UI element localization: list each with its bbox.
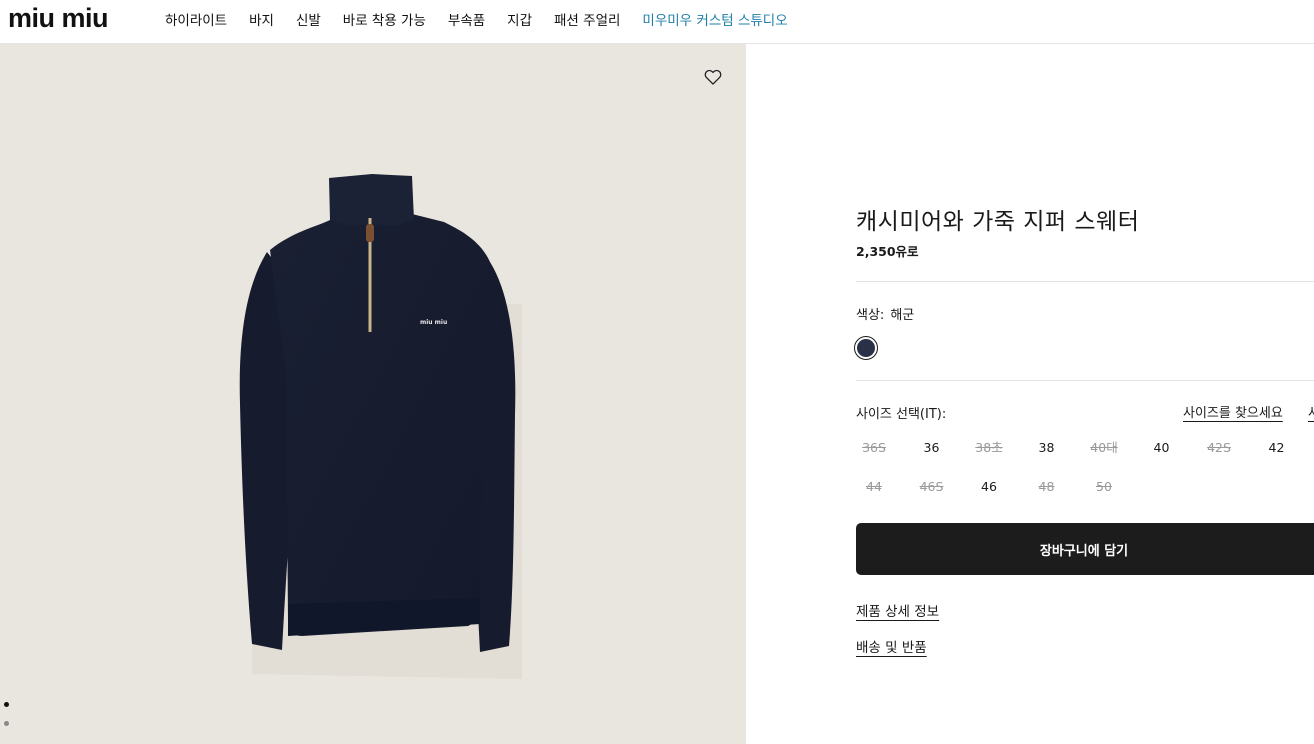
divider — [856, 281, 1314, 282]
size-option[interactable]: 36 — [914, 439, 950, 456]
svg-text:miu miu: miu miu — [420, 319, 447, 326]
main-nav: 하이라이트 바지 신발 바로 착용 가능 부속품 지갑 패션 주얼리 미우미우 커스텀 스튜디… — [165, 9, 810, 29]
logo-text: miu miu — [8, 6, 108, 30]
site-header: miu miu 하이라이트 바지 신발 바로 착용 가능 부속품 지갑 패션 주얼리 미우미우… — [0, 0, 1314, 44]
size-chart-link[interactable]: 사 — [1308, 402, 1314, 421]
size-option[interactable]: 40 — [1144, 439, 1180, 456]
nav-item[interactable]: 바로 착용 가능 — [343, 9, 426, 29]
color-label: 색상: 해군 — [856, 304, 914, 323]
size-option-unavailable[interactable]: 40대 — [1086, 439, 1122, 456]
product-price: 2,350유로 — [856, 244, 919, 259]
gallery-dot[interactable] — [4, 721, 9, 726]
shipping-returns-link[interactable]: 배송 및 반품 — [856, 636, 927, 656]
add-to-cart-button[interactable]: 장바구니에 담기 — [856, 523, 1314, 575]
divider — [856, 380, 1314, 381]
gallery-pagination — [4, 702, 9, 740]
product-image-gallery[interactable]: miu miu — [0, 44, 746, 744]
nav-item[interactable]: 바지 — [249, 9, 274, 29]
product-details-link[interactable]: 제품 상세 정보 — [856, 600, 939, 620]
nav-item[interactable]: 하이라이트 — [165, 9, 227, 29]
heart-outline-icon[interactable] — [703, 67, 723, 87]
nav-item[interactable]: 부속품 — [448, 9, 485, 29]
size-option-unavailable[interactable]: 46S — [914, 478, 950, 495]
size-option-unavailable[interactable]: 50 — [1086, 478, 1122, 495]
size-option-unavailable[interactable]: 42S — [1201, 439, 1237, 456]
size-selector: 36S 36 38초 38 40대 40 42S 42 44 46S 46 48 50 — [856, 439, 1314, 495]
color-swatch-navy[interactable] — [854, 336, 878, 360]
size-option-unavailable[interactable]: 48 — [1029, 478, 1065, 495]
size-option[interactable]: 38 — [1029, 439, 1065, 456]
gallery-dot-active[interactable] — [4, 702, 9, 707]
size-guide-link[interactable]: 사이즈를 찾으세요 — [1183, 402, 1283, 421]
nav-item[interactable]: 미우미우 커스텀 스튜디오 — [642, 9, 787, 29]
color-label-text: 색상: — [856, 308, 885, 323]
product-image-sweater: miu miu — [239, 174, 522, 679]
size-option-unavailable[interactable]: 36S — [856, 439, 892, 456]
color-swatch-fill — [857, 339, 875, 357]
miu-miu-logo[interactable]: miu miu — [8, 6, 144, 30]
size-option-unavailable[interactable]: 44 — [856, 478, 892, 495]
size-label: 사이즈 선택(IT): — [856, 407, 947, 422]
size-option-unavailable[interactable]: 38초 — [971, 439, 1007, 456]
product-title: 캐시미어와 가죽 지퍼 스웨터 — [856, 209, 1140, 235]
product-info-panel: 캐시미어와 가죽 지퍼 스웨터 2,350유로 색상: 해군 사이즈 선택(IT)… — [854, 44, 1314, 744]
nav-item[interactable]: 지갑 — [507, 9, 532, 29]
nav-item[interactable]: 신발 — [296, 9, 321, 29]
size-option[interactable]: 46 — [971, 478, 1007, 495]
nav-item[interactable]: 패션 주얼리 — [554, 9, 620, 29]
color-value: 해군 — [890, 308, 915, 323]
size-option[interactable]: 42 — [1259, 439, 1295, 456]
